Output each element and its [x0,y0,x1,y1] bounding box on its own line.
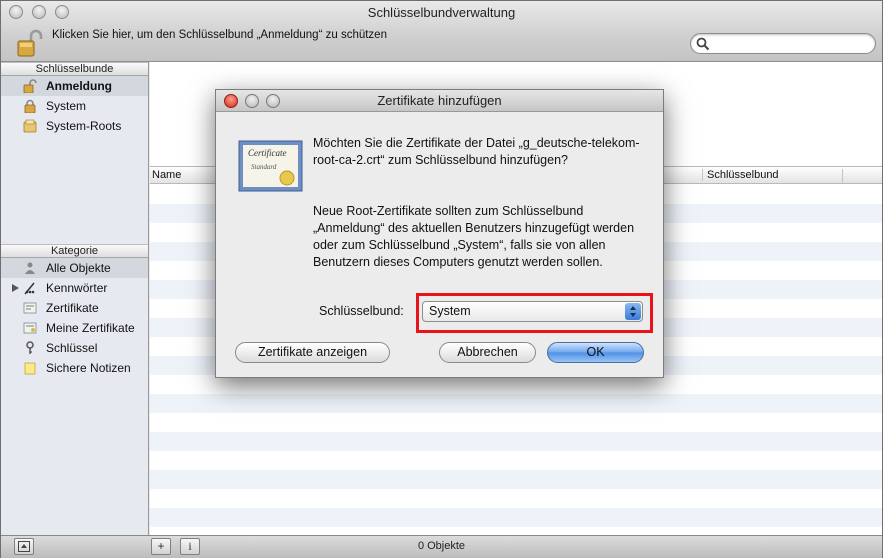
sidebar-item-anmeldung[interactable]: Anmeldung [1,76,148,96]
sidebar-item-secure-notes[interactable]: Sichere Notizen [1,358,148,378]
popup-arrows-icon [625,303,641,320]
sidebar-item-system-roots[interactable]: System-Roots [1,116,148,136]
sidebar-item-label: Kennwörter [46,281,108,295]
search-field[interactable] [690,33,876,54]
dialog-close-button[interactable] [224,94,238,108]
sidebar: Schlüsselbunde Anmeldung System System-R… [1,62,149,535]
sidebar-item-my-certificates[interactable]: Meine Zertifikate [1,318,148,338]
secure-note-icon [24,362,36,375]
sidebar-item-label: Meine Zertifikate [46,321,135,335]
dialog-title: Zertifikate hinzufügen [377,93,502,108]
search-icon [696,37,710,51]
cert-icon-title: Certificate [248,148,287,158]
category-header: Kategorie [1,244,148,258]
sidebar-item-passwords[interactable]: Kennwörter [1,278,148,298]
sidebar-item-label: System-Roots [46,119,122,133]
category-section: Kategorie Alle Objekte Kennwörter Zertif… [1,244,148,378]
sidebar-item-label: System [46,99,87,113]
sidebar-item-certificates[interactable]: Zertifikate [1,298,148,318]
keychains-header: Schlüsselbunde [1,62,148,76]
locked-keychain-icon [24,99,36,113]
dialog-info-text: Neue Root-Zertifikate sollten zum Schlüs… [313,204,635,269]
ok-button[interactable]: OK [547,342,644,363]
dialog-titlebar: Zertifikate hinzufügen [216,90,663,112]
cancel-button[interactable]: Abbrechen [439,342,536,363]
sidebar-item-system[interactable]: System [1,96,148,116]
cert-icon-subtitle: Standard [251,163,277,171]
my-certificates-icon [23,322,37,334]
sidebar-item-label: Anmeldung [46,79,112,93]
dialog-window-controls [224,94,280,108]
lock-icon[interactable] [17,29,43,57]
status-text: 0 Objekte [417,540,466,552]
keychain-folder-icon [23,119,37,133]
certificate-icon: Certificate Standard [238,140,303,192]
sidebar-item-all-items[interactable]: Alle Objekte [1,258,148,278]
keychain-popup-button[interactable]: System [422,301,643,322]
window-title: Schlüsselbundverwaltung [367,5,516,20]
lock-hint-text[interactable]: Klicken Sie hier, um den Schlüsselbund „… [52,29,387,41]
dialog-message: Möchten Sie die Zertifikate der Datei „g… [313,136,640,167]
sidebar-item-label: Sichere Notizen [46,361,131,375]
show-certificates-button[interactable]: Zertifikate anzeigen [235,342,390,363]
sidebar-item-label: Schlüssel [46,341,98,355]
bottom-toolbar: + i 0 Objekte [1,535,882,558]
passwords-icon [24,282,35,295]
sidebar-item-label: Alle Objekte [46,261,111,275]
dialog-zoom-button[interactable] [266,94,280,108]
sidebar-item-keys[interactable]: Schlüssel [1,338,148,358]
keychain-label: Schlüsselbund: [319,304,404,318]
all-items-icon [25,262,35,274]
disclosure-triangle-icon[interactable] [12,284,19,292]
certificate-icon [23,302,37,314]
column-divider [842,169,843,183]
column-header-name[interactable]: Name [152,169,181,181]
key-icon [26,341,34,354]
unlocked-keychain-icon [23,79,37,93]
keychain-popup-value: System [429,304,471,318]
dialog-minimize-button[interactable] [245,94,259,108]
sidebar-item-label: Zertifikate [46,301,99,315]
window-titlebar: Schlüsselbundverwaltung Klicken Sie hier… [1,1,882,62]
add-certificates-dialog: Zertifikate hinzufügen Certificate Stand… [215,89,664,378]
column-header-keychain[interactable]: Schlüsselbund [702,169,842,181]
